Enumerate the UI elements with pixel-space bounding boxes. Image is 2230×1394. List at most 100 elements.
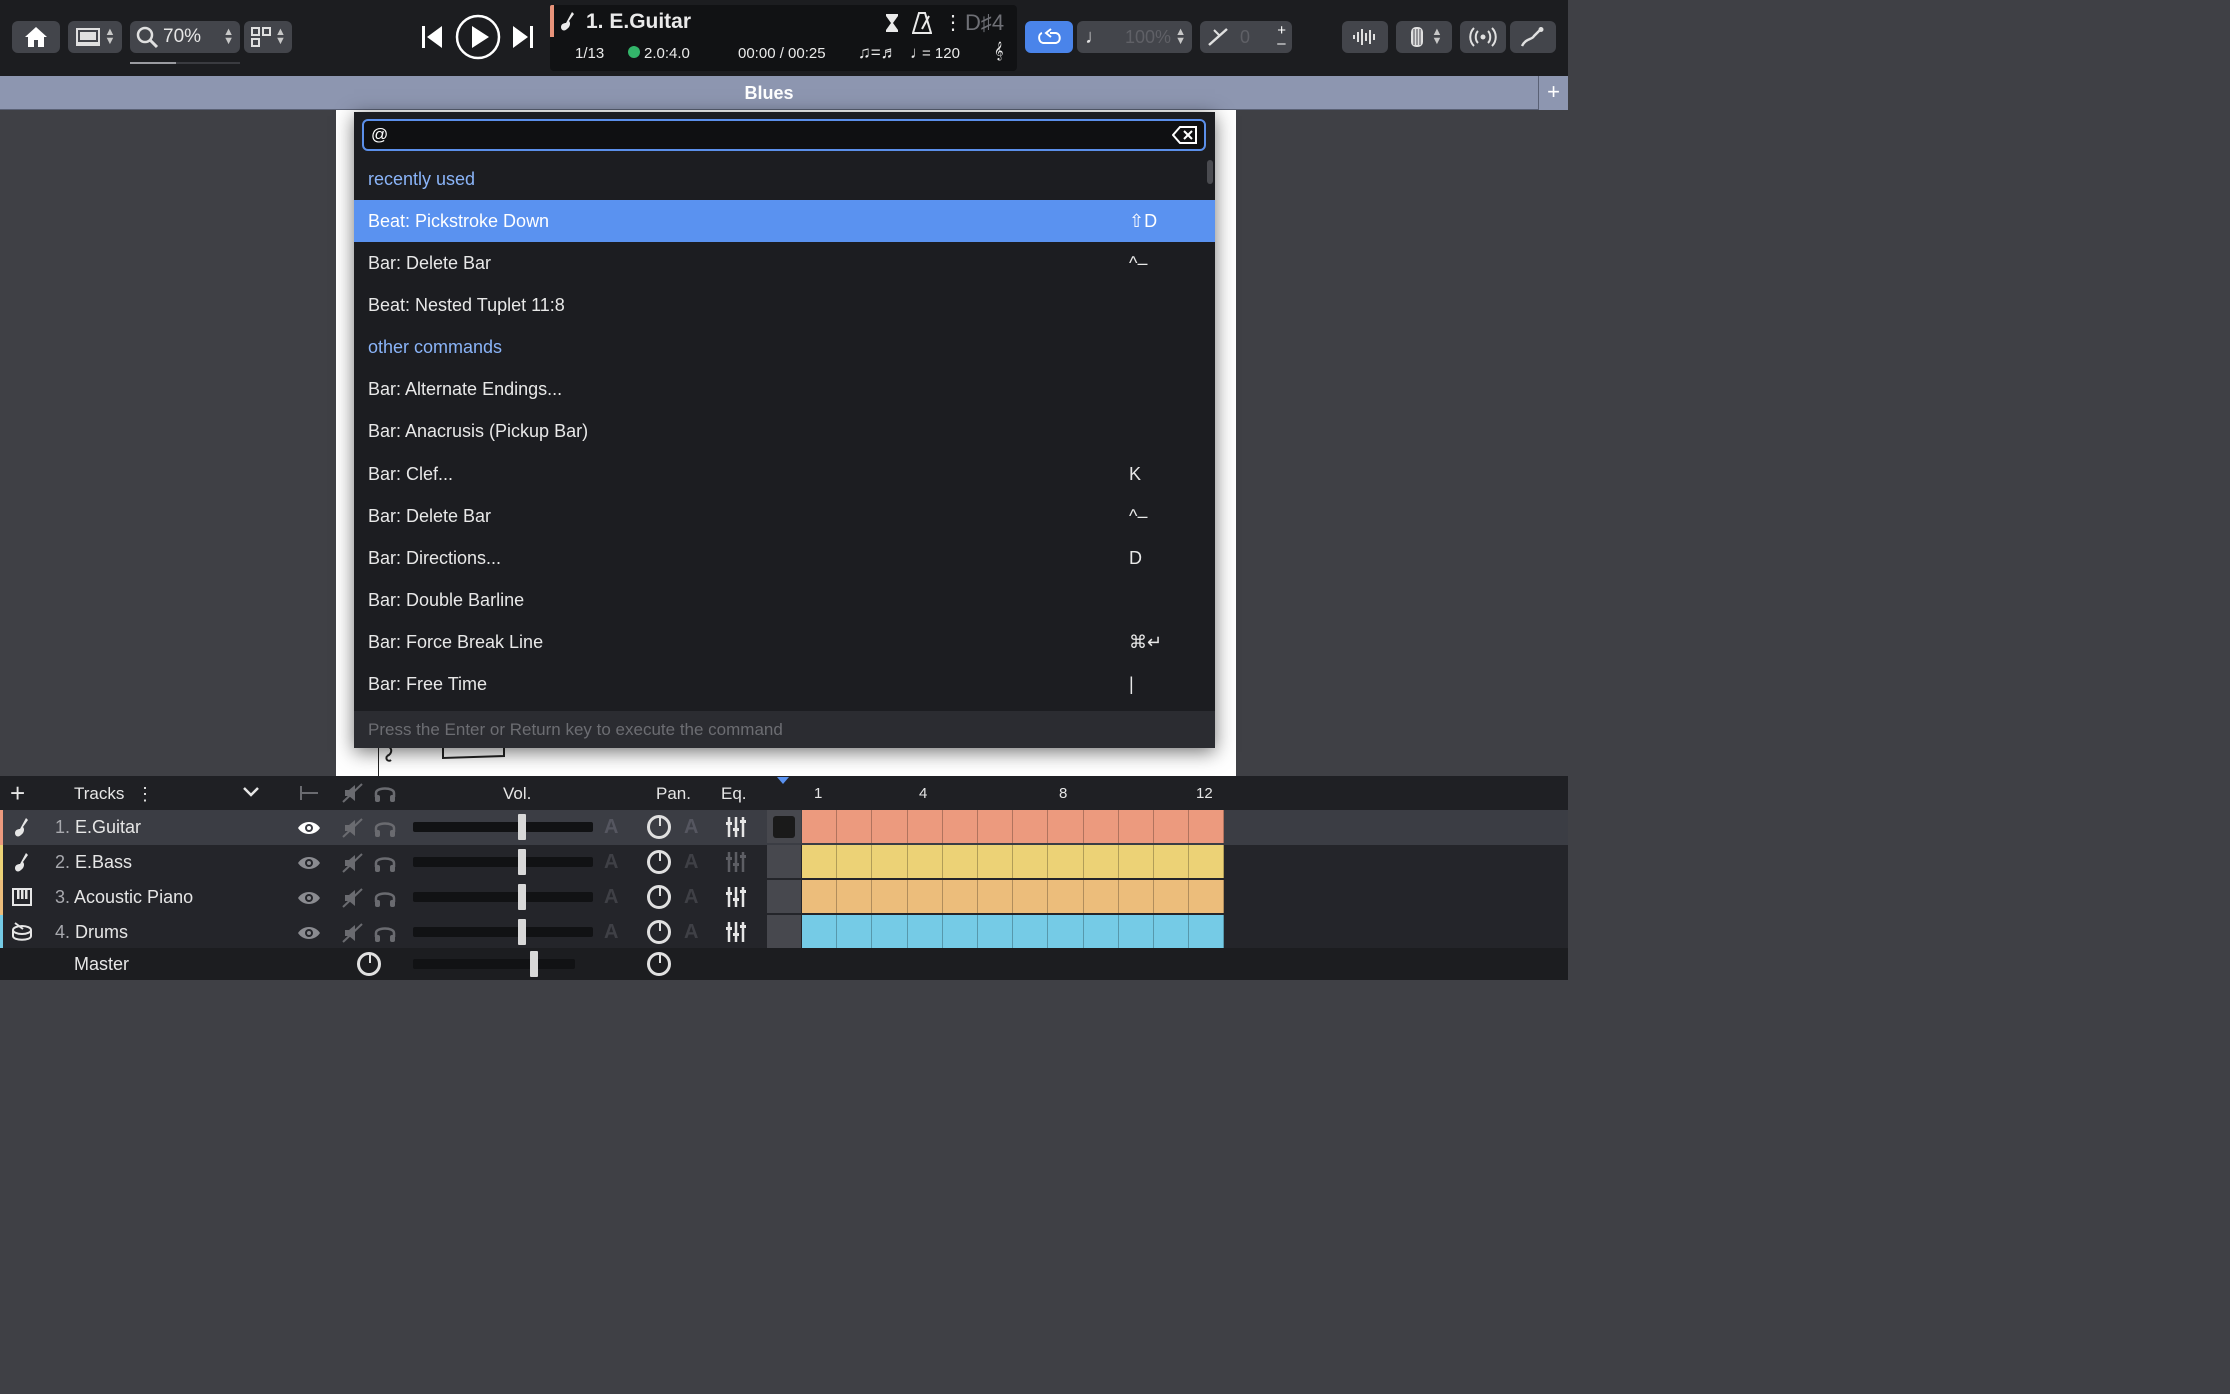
solo-headphones-icon[interactable] (373, 887, 397, 909)
track-row-eguitar[interactable]: 1. E.Guitar A A (0, 810, 1568, 845)
bar-cell[interactable] (1153, 845, 1190, 878)
bar-cell[interactable] (837, 880, 873, 913)
master-knob[interactable] (357, 952, 381, 976)
sound-button[interactable] (1342, 21, 1388, 53)
bar-cell[interactable] (907, 810, 943, 843)
bar-cell[interactable] (977, 810, 1014, 843)
command-item[interactable]: Beat: Nested Tuplet 11:8 (354, 284, 1215, 326)
solo-headphones-icon[interactable] (373, 782, 397, 804)
add-track-button[interactable]: + (10, 776, 25, 810)
solo-headphones-icon[interactable] (373, 852, 397, 874)
master-volume-slider[interactable] (413, 959, 575, 969)
transpose-control[interactable]: 0 + – (1200, 21, 1292, 53)
track-align-icon[interactable] (298, 784, 320, 802)
bar-cell[interactable] (942, 845, 978, 878)
command-item[interactable]: Bar: Double Barline (354, 579, 1215, 621)
mute-icon[interactable] (342, 922, 364, 944)
bar-cell[interactable] (837, 810, 873, 843)
track-name[interactable]: 2. E.Bass (55, 845, 132, 880)
pan-knob[interactable] (647, 850, 671, 874)
bar-cell[interactable] (872, 810, 908, 843)
track-bars[interactable] (802, 845, 1225, 878)
pan-knob[interactable] (647, 815, 671, 839)
bar-cell[interactable] (1189, 915, 1225, 948)
metronome-icon[interactable] (912, 12, 932, 34)
home-button[interactable] (12, 21, 60, 53)
page-view-button[interactable]: ▲ ▼ (244, 21, 292, 53)
track-bars[interactable] (802, 915, 1225, 948)
mute-icon[interactable] (342, 817, 364, 839)
pan-automation-icon[interactable]: A (684, 886, 698, 909)
command-item[interactable]: Bar: Delete Bar ^– (354, 242, 1215, 284)
pan-knob[interactable] (647, 885, 671, 909)
tuner-button[interactable] (1510, 21, 1556, 53)
bar-cell[interactable] (1083, 880, 1119, 913)
bar-cell[interactable] (1118, 845, 1154, 878)
visibility-eye-icon[interactable] (297, 925, 321, 941)
bar-cell[interactable] (977, 845, 1014, 878)
add-tab-button[interactable]: + (1538, 76, 1568, 110)
instrument-view-button[interactable]: ▲ ▼ (1396, 21, 1452, 53)
bar-cell[interactable] (872, 915, 908, 948)
bar-cell[interactable] (907, 845, 943, 878)
visibility-eye-icon[interactable] (297, 890, 321, 906)
volume-slider-thumb[interactable] (518, 814, 526, 840)
command-item[interactable]: Bar: Alternate Endings... (354, 368, 1215, 410)
volume-slider[interactable] (413, 857, 593, 867)
equalizer-icon[interactable] (725, 851, 747, 873)
bar-cell[interactable] (1013, 915, 1049, 948)
bar-cell[interactable] (1048, 915, 1084, 948)
bar-cell[interactable] (907, 880, 943, 913)
bar-cell[interactable] (1153, 810, 1190, 843)
bar-cell[interactable] (1153, 915, 1190, 948)
command-item[interactable]: Bar: Anacrusis (Pickup Bar) (354, 410, 1215, 452)
bar-cell[interactable] (1048, 845, 1084, 878)
track-row-drums[interactable]: 4. Drums A A (0, 915, 1568, 950)
palette-scrollbar[interactable] (1207, 160, 1213, 184)
bar-cell[interactable] (942, 810, 978, 843)
bar-cell[interactable] (907, 915, 943, 948)
command-item[interactable]: Beat: Pickstroke Down ⇧D (354, 200, 1215, 242)
visibility-eye-icon[interactable] (297, 820, 321, 836)
track-name[interactable]: 1. E.Guitar (55, 810, 141, 845)
volume-slider[interactable] (413, 892, 593, 902)
zoom-control[interactable]: 70% ▲ ▼ (130, 21, 240, 53)
clear-input-icon[interactable] (1172, 125, 1198, 145)
volume-slider-thumb[interactable] (518, 849, 526, 875)
track-first-cell[interactable] (767, 845, 801, 878)
track-row-ebass[interactable]: 2. E.Bass A A (0, 845, 1568, 880)
bar-cell[interactable] (1083, 915, 1119, 948)
pan-automation-icon[interactable]: A (684, 851, 698, 874)
track-first-cell[interactable] (767, 810, 801, 843)
skip-back-icon[interactable] (420, 24, 444, 50)
equalizer-icon[interactable] (725, 816, 747, 838)
mute-icon[interactable] (342, 887, 364, 909)
command-item[interactable]: Bar: Directions... D (354, 537, 1215, 579)
bar-cell[interactable] (1013, 845, 1049, 878)
bar-cell[interactable] (942, 880, 978, 913)
bar-cell[interactable] (1083, 810, 1119, 843)
bar-cell[interactable] (1083, 845, 1119, 878)
speed-control[interactable]: ♩ 100% ▲ ▼ (1077, 21, 1192, 53)
bar-cell[interactable] (977, 915, 1014, 948)
bar-cell[interactable] (1189, 880, 1225, 913)
tempo-value[interactable]: = 120 (922, 45, 960, 62)
bar-cell[interactable] (1189, 845, 1225, 878)
volume-automation-icon[interactable]: A (604, 816, 618, 839)
bar-cell[interactable] (802, 915, 838, 948)
command-item[interactable]: Bar: Clef... K (354, 453, 1215, 495)
solo-headphones-icon[interactable] (373, 817, 397, 839)
layout-button[interactable]: ▲ ▼ (68, 21, 122, 53)
playhead-marker-icon[interactable] (777, 777, 789, 785)
track-first-cell[interactable] (767, 880, 801, 913)
command-item[interactable]: Bar: Force Break Line ⌘↵ (354, 621, 1215, 663)
track-bars[interactable] (802, 880, 1225, 913)
bar-cell[interactable] (1153, 880, 1190, 913)
volume-slider[interactable] (413, 927, 593, 937)
bar-cell[interactable] (1013, 810, 1049, 843)
equalizer-icon[interactable] (725, 921, 747, 943)
master-pan-knob[interactable] (647, 952, 671, 976)
document-title[interactable]: Blues (0, 76, 1538, 110)
track-name[interactable]: 4. Drums (55, 915, 128, 950)
visibility-eye-icon[interactable] (297, 855, 321, 871)
